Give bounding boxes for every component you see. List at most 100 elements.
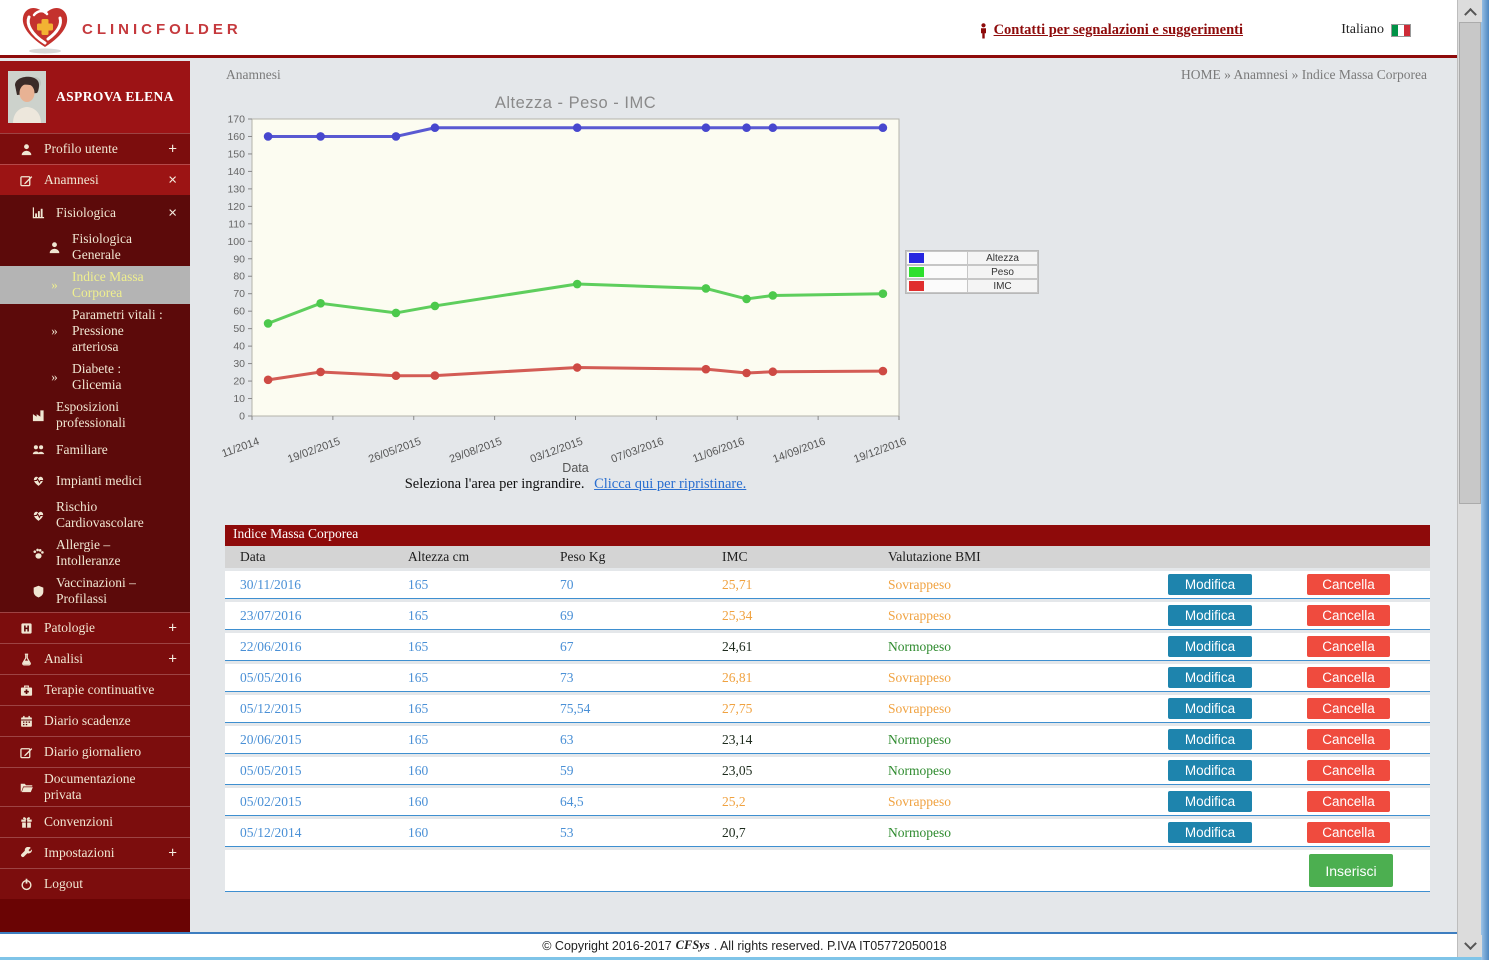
sidebar: ASPROVA ELENA Profilo utente+Anamnesi×Fi… [0, 61, 190, 932]
expand-plus-icon[interactable]: + [168, 141, 177, 158]
sidebar-item-diario-giornaliero[interactable]: Diario giornaliero [0, 736, 190, 767]
cancella-button[interactable]: Cancella [1307, 636, 1390, 657]
cell-valutazione: Sovrappeso [888, 608, 1158, 624]
person-icon [978, 23, 989, 39]
sidebar-item-vaccinazioni-profilassi[interactable]: Vaccinazioni – Profilassi [0, 572, 190, 610]
modifica-button[interactable]: Modifica [1168, 822, 1252, 843]
collapse-x-icon[interactable]: × [168, 172, 177, 189]
cancella-button[interactable]: Cancella [1307, 605, 1390, 626]
modifica-button[interactable]: Modifica [1168, 698, 1252, 719]
power-icon [20, 878, 33, 891]
modifica-button[interactable]: Modifica [1168, 605, 1252, 626]
scrollbar-thumb[interactable] [1459, 22, 1481, 504]
sidebar-item-rischio-cardiovascolare[interactable]: Rischio Cardiovascolare [0, 496, 190, 534]
collapse-x-icon[interactable]: × [168, 204, 177, 221]
sidebar-item-profilo-utente[interactable]: Profilo utente+ [0, 133, 190, 164]
sidebar-submenu: Fisiologica×Fisiologica Generale»Indice … [0, 195, 190, 612]
insert-row: Inserisci [225, 850, 1430, 892]
scroll-up-button[interactable] [1458, 0, 1482, 22]
sidebar-item-convenzioni[interactable]: Convenzioni [0, 806, 190, 837]
cell-altezza: 165 [408, 701, 560, 717]
modifica-button[interactable]: Modifica [1168, 760, 1252, 781]
sidebar-item-anamnesi[interactable]: Anamnesi× [0, 164, 190, 195]
sidebar-item-label: Fisiologica Generale [72, 231, 164, 263]
sidebar-item-impianti-medici[interactable]: Impianti medici [0, 465, 190, 496]
column-header-data: Data [225, 549, 408, 565]
legend-swatch-icon [909, 267, 924, 277]
sidebar-item-fisiologica[interactable]: Fisiologica× [0, 197, 190, 228]
sidebar-item-label: Impostazioni [44, 845, 115, 861]
imc-table: Indice Massa Corporea DataAltezza cmPeso… [225, 525, 1430, 892]
sidebar-item-familiare[interactable]: Familiare [0, 434, 190, 465]
expand-plus-icon[interactable]: + [168, 651, 177, 668]
cell-data: 23/07/2016 [225, 608, 408, 624]
user-icon [20, 143, 33, 156]
inserisci-button[interactable]: Inserisci [1309, 854, 1393, 887]
expand-plus-icon[interactable]: + [168, 845, 177, 862]
cancella-button[interactable]: Cancella [1307, 698, 1390, 719]
imc-chart[interactable]: 0102030405060708090100110120130140150160… [222, 109, 922, 477]
cell-valutazione: Normopeso [888, 639, 1158, 655]
sidebar-item-label: Diabete : Glicemia [72, 361, 164, 393]
sidebar-item-allergie-intolleranze[interactable]: Allergie – Intolleranze [0, 534, 190, 572]
language-selector[interactable]: Italiano [1341, 22, 1411, 38]
contact-link[interactable]: Contatti per segnalazioni e suggerimenti [978, 22, 1243, 39]
sidebar-item-analisi[interactable]: Analisi + [0, 643, 190, 674]
sidebar-item-patologie[interactable]: Patologie+ [0, 612, 190, 643]
modifica-button[interactable]: Modifica [1168, 574, 1252, 595]
brand-logo[interactable]: CLINICFOLDER [18, 3, 242, 55]
sidebar-item-label: Analisi [44, 651, 83, 667]
cell-data: 20/06/2015 [225, 732, 408, 748]
table-row: 20/06/20151656323,14NormopesoModificaCan… [225, 726, 1430, 754]
legend-label: IMC [968, 279, 1038, 293]
svg-text:30: 30 [233, 358, 245, 370]
expand-plus-icon[interactable]: + [168, 620, 177, 637]
sidebar-item-label: Rischio Cardiovascolare [56, 499, 164, 531]
heartbeat-icon [32, 474, 45, 487]
scroll-down-button[interactable] [1458, 935, 1482, 957]
heart-hands-logo-icon [18, 3, 72, 55]
sidebar-item-terapie-continuative[interactable]: Terapie continuative [0, 674, 190, 705]
sidebar-item-documentazione-privata[interactable]: Documentazione privata [0, 767, 190, 806]
cancella-button[interactable]: Cancella [1307, 822, 1390, 843]
legend-swatch-icon [909, 253, 924, 263]
sidebar-item-impostazioni[interactable]: Impostazioni + [0, 837, 190, 868]
breadcrumb[interactable]: HOME » Anamnesi » Indice Massa Corporea [1181, 67, 1427, 83]
sidebar-item-diario-scadenze[interactable]: Diario scadenze [0, 705, 190, 736]
edit-icon [20, 174, 33, 187]
sidebar-item-esposizioni-professionali[interactable]: Esposizioni professionali [0, 396, 190, 434]
cancella-button[interactable]: Cancella [1307, 729, 1390, 750]
sidebar-item-diabete-glicemia[interactable]: »Diabete : Glicemia [0, 358, 190, 396]
modifica-button[interactable]: Modifica [1168, 729, 1252, 750]
sidebar-item-logout[interactable]: Logout [0, 868, 190, 899]
cancella-button[interactable]: Cancella [1307, 760, 1390, 781]
svg-text:170: 170 [227, 114, 245, 126]
modifica-button[interactable]: Modifica [1168, 636, 1252, 657]
modifica-button[interactable]: Modifica [1168, 791, 1252, 812]
flask-icon [20, 653, 33, 666]
legend-item-peso[interactable]: Peso [906, 265, 1038, 279]
cancella-button[interactable]: Cancella [1307, 791, 1390, 812]
patient-header[interactable]: ASPROVA ELENA [0, 61, 190, 133]
zoom-hint-text: Seleziona l'area per ingrandire. [405, 476, 585, 492]
cell-peso: 73 [560, 670, 722, 686]
legend-item-altezza[interactable]: Altezza [906, 251, 1038, 265]
sidebar-item-label: Diario scadenze [44, 713, 131, 729]
cancella-button[interactable]: Cancella [1307, 574, 1390, 595]
sidebar-item-indice-massa-corporea[interactable]: »Indice Massa Corporea [0, 266, 190, 304]
sidebar-item-fisiologica-generale[interactable]: Fisiologica Generale [0, 228, 190, 266]
legend-item-imc[interactable]: IMC [906, 279, 1038, 293]
vertical-scrollbar[interactable] [1457, 0, 1481, 957]
column-header-valutazione-bmi: Valutazione BMI [888, 549, 1158, 565]
sidebar-item-label: Terapie continuative [44, 682, 154, 698]
footer: © Copyright 2016-2017 CFSys . All rights… [0, 932, 1489, 957]
angles-icon: » [51, 277, 58, 293]
column-header-imc: IMC [722, 549, 888, 565]
sidebar-item-parametri-vitali-pressione-arteriosa[interactable]: »Parametri vitali : Pressione arteriosa [0, 304, 190, 358]
modifica-button[interactable]: Modifica [1168, 667, 1252, 688]
table-row: 05/02/201516064,525,2SovrappesoModificaC… [225, 788, 1430, 816]
cancella-button[interactable]: Cancella [1307, 667, 1390, 688]
chart-reset-link[interactable]: Clicca qui per ripristinare. [594, 476, 746, 492]
cell-imc: 23,05 [722, 763, 888, 779]
cell-imc: 20,7 [722, 825, 888, 841]
